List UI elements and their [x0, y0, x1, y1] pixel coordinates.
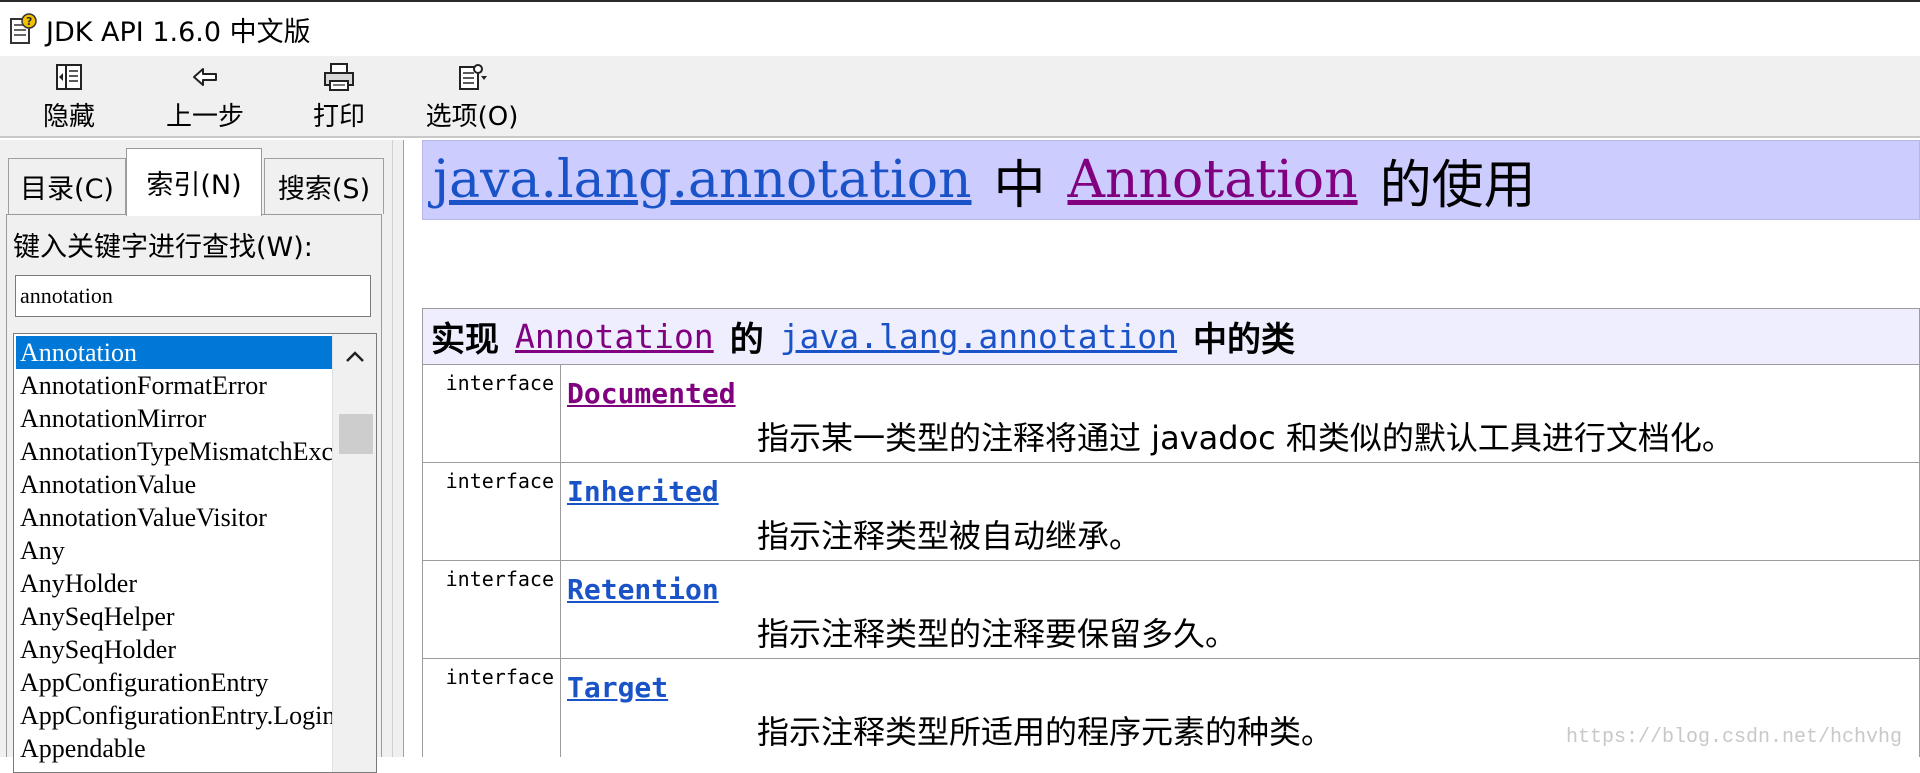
tab-index[interactable]: 索引(N)	[126, 148, 262, 216]
watermark: https://blog.csdn.net/hchvhg	[1565, 726, 1902, 749]
svg-text:?: ?	[26, 15, 32, 28]
row-desc-cell: Documented 指示某一类型的注释将通过 javadoc 和类似的默认工具…	[561, 365, 1919, 462]
help-book-icon: ?	[6, 9, 40, 49]
index-list: Annotation AnnotationFormatError Annotatio…	[16, 336, 332, 765]
retention-link[interactable]: Retention	[567, 573, 719, 606]
list-item[interactable]: Any	[16, 534, 332, 567]
list-item[interactable]: AnyHolder	[16, 567, 332, 600]
pane-splitter[interactable]	[392, 140, 404, 757]
options-icon	[456, 60, 488, 94]
table-package-link[interactable]: java.lang.annotation	[780, 317, 1177, 356]
print-label: 打印	[312, 102, 365, 132]
back-arrow-icon	[190, 60, 220, 94]
usage-table: 实现 Annotation 的 java.lang.annotation 中的类…	[422, 308, 1920, 757]
row-type: interface	[423, 659, 561, 757]
list-item[interactable]: AnnotationTypeMismatchException	[16, 435, 332, 468]
toolbar: 隐藏 上一步 打印 选项(O)	[0, 56, 1920, 138]
title-mid-text: 中	[993, 155, 1046, 216]
package-link[interactable]: java.lang.annotation	[433, 150, 971, 210]
tab-search[interactable]: 搜索(S)	[264, 158, 384, 214]
navigation-pane: 目录(C) 索引(N) 搜索(S) 键入关键字进行查找(W): annotati…	[0, 140, 392, 773]
table-class-link[interactable]: Annotation	[515, 317, 714, 356]
tab-search-label: 搜索(S)	[277, 174, 371, 205]
title-suffix: 的使用	[1379, 155, 1536, 216]
row-description: 指示注释类型被自动继承。	[757, 517, 1142, 555]
list-item[interactable]: AnySeqHolder	[16, 633, 332, 666]
back-button[interactable]: 上一步	[160, 60, 250, 136]
printer-icon	[322, 60, 356, 94]
table-header: 实现 Annotation 的 java.lang.annotation 中的类	[423, 309, 1919, 365]
options-button[interactable]: 选项(O)	[420, 60, 524, 136]
list-item[interactable]: AnnotationValue	[16, 468, 332, 501]
inherited-link[interactable]: Inherited	[567, 475, 719, 508]
page-title: java.lang.annotation 中 Annotation 的使用	[422, 140, 1920, 220]
list-item[interactable]: AnnotationValueVisitor	[16, 501, 332, 534]
title-bar: ? JDK API 1.6.0 中文版	[0, 0, 1920, 56]
options-label: 选项(O)	[425, 102, 519, 132]
list-item[interactable]: AppConfigurationEntry.LoginModuleControl…	[16, 699, 332, 732]
table-header-prefix: 实现	[431, 320, 499, 360]
row-description: 指示注释类型所适用的程序元素的种类。	[757, 713, 1334, 751]
table-row: interface Inherited 指示注释类型被自动继承。	[423, 463, 1919, 561]
index-panel: 键入关键字进行查找(W): annotation Annotation Annot…	[6, 214, 382, 773]
list-item[interactable]: Appendable	[16, 732, 332, 765]
tab-contents-label: 目录(C)	[20, 174, 114, 205]
target-link[interactable]: Target	[567, 671, 668, 704]
list-item[interactable]: AnnotationFormatError	[16, 369, 332, 402]
back-label: 上一步	[165, 102, 244, 132]
row-description: 指示某一类型的注释将通过 javadoc 和类似的默认工具进行文档化。	[757, 419, 1734, 457]
hide-pane-icon	[54, 60, 84, 94]
print-button[interactable]: 打印	[306, 60, 372, 136]
row-desc-cell: Retention 指示注释类型的注释要保留多久。	[561, 561, 1919, 658]
list-item[interactable]: AnySeqHelper	[16, 600, 332, 633]
table-header-mid: 的	[729, 320, 764, 360]
list-item[interactable]: AppConfigurationEntry	[16, 666, 332, 699]
keyword-label: 键入关键字进行查找(W):	[13, 232, 313, 263]
row-description: 指示注释类型的注释要保留多久。	[757, 615, 1238, 653]
documented-link[interactable]: Documented	[567, 377, 736, 410]
list-item[interactable]: Annotation	[16, 336, 332, 369]
hide-label: 隐藏	[42, 102, 95, 132]
row-desc-cell: Inherited 指示注释类型被自动继承。	[561, 463, 1919, 560]
keyword-input[interactable]: annotation	[15, 275, 371, 317]
table-row: interface Documented 指示某一类型的注释将通过 javado…	[423, 365, 1919, 463]
row-type: interface	[423, 365, 561, 462]
table-row: interface Retention 指示注释类型的注释要保留多久。	[423, 561, 1919, 659]
hide-button[interactable]: 隐藏	[34, 60, 104, 136]
scroll-thumb[interactable]	[339, 414, 373, 454]
class-link[interactable]: Annotation	[1068, 150, 1358, 210]
list-item[interactable]: AnnotationMirror	[16, 402, 332, 435]
window-title: JDK API 1.6.0 中文版	[46, 16, 311, 48]
scroll-up-icon[interactable]	[333, 334, 376, 378]
tab-contents[interactable]: 目录(C)	[8, 158, 126, 214]
vertical-scrollbar[interactable]	[332, 334, 376, 772]
table-header-suffix: 中的类	[1193, 320, 1296, 360]
index-listbox[interactable]: Annotation AnnotationFormatError Annotatio…	[13, 333, 377, 773]
row-type: interface	[423, 561, 561, 658]
tab-index-label: 索引(N)	[146, 170, 242, 201]
row-type: interface	[423, 463, 561, 560]
content-pane: java.lang.annotation 中 Annotation 的使用 实现…	[404, 140, 1920, 757]
